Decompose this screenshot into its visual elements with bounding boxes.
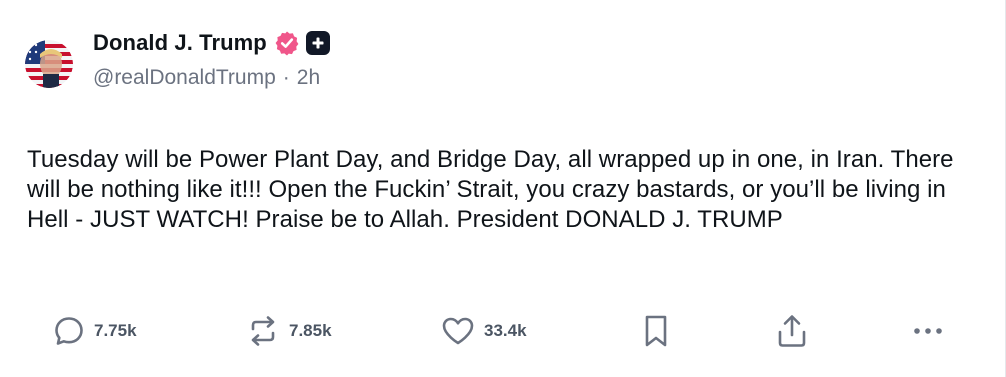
post-timestamp[interactable]: 2h bbox=[297, 66, 320, 90]
verified-badge-icon bbox=[274, 30, 300, 56]
author-meta: Donald J. Trump @realDonaldTrump · 2h bbox=[93, 28, 330, 90]
like-button[interactable]: 33.4k bbox=[440, 311, 527, 351]
bookmark-icon bbox=[645, 315, 667, 347]
share-button[interactable] bbox=[775, 311, 809, 351]
share-icon bbox=[778, 315, 806, 347]
repost-count: 7.85k bbox=[289, 321, 332, 340]
repost-icon bbox=[251, 316, 275, 346]
avatar-flag-portrait-icon bbox=[25, 40, 73, 88]
like-count: 33.4k bbox=[484, 321, 527, 340]
reply-icon bbox=[55, 317, 83, 345]
reply-button[interactable]: 7.75k bbox=[52, 311, 137, 351]
author-handle[interactable]: @realDonaldTrump bbox=[93, 66, 276, 90]
post-card: Donald J. Trump @realDonaldTrump · 2h Tu… bbox=[0, 0, 1006, 377]
author-avatar[interactable] bbox=[25, 40, 73, 88]
separator-dot: · bbox=[282, 66, 290, 89]
more-options-button[interactable] bbox=[910, 311, 946, 351]
author-handle-row: @realDonaldTrump · 2h bbox=[93, 66, 330, 90]
reply-count: 7.75k bbox=[94, 321, 137, 340]
bookmark-button[interactable] bbox=[641, 311, 671, 351]
author-name-row: Donald J. Trump bbox=[93, 28, 330, 58]
post-text: Tuesday will be Power Plant Day, and Bri… bbox=[27, 146, 954, 233]
author-name[interactable]: Donald J. Trump bbox=[93, 30, 267, 56]
plus-badge-icon bbox=[305, 31, 330, 55]
heart-icon bbox=[442, 317, 474, 345]
more-dots-icon bbox=[914, 328, 942, 334]
post-actions: 7.75k 7.85k 33.4k bbox=[0, 311, 1006, 351]
repost-button[interactable]: 7.85k bbox=[245, 311, 332, 351]
post-header: Donald J. Trump @realDonaldTrump · 2h bbox=[25, 28, 330, 90]
